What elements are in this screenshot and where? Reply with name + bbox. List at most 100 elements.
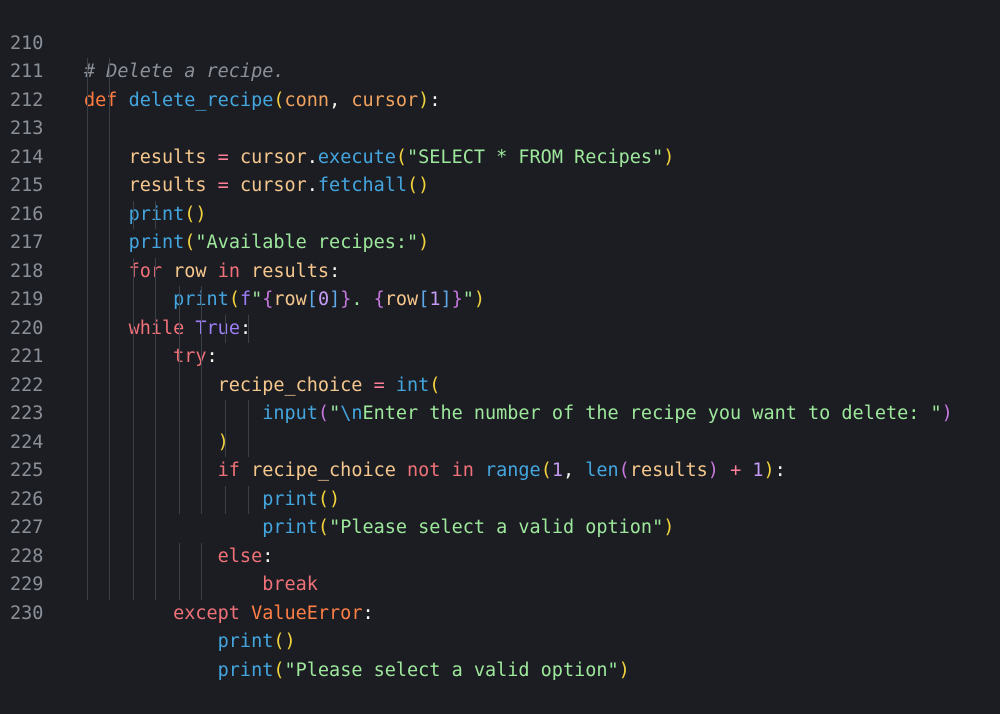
indent-guide xyxy=(133,314,134,343)
indent-guide xyxy=(109,229,110,258)
indent-guide xyxy=(87,428,88,457)
code-line[interactable]: 219 try: xyxy=(0,257,1000,367)
indent-guide xyxy=(201,428,202,457)
code-line[interactable]: 218 while True: xyxy=(0,229,1000,339)
indent-guide xyxy=(155,485,156,514)
indent-guide xyxy=(87,229,88,258)
indent-guide xyxy=(109,571,110,600)
code-text: print("Please select a valid option") xyxy=(217,659,630,681)
indent-guide xyxy=(133,371,134,400)
indent-guide xyxy=(87,314,88,343)
indent-guide xyxy=(201,371,202,400)
code-line[interactable]: 223 if recipe_choice not in range(1, len… xyxy=(0,371,1000,481)
indent-guide xyxy=(248,485,249,514)
indent-guide xyxy=(179,485,180,514)
indent-guide xyxy=(155,514,156,543)
indent-guide xyxy=(109,200,110,229)
indent-guide xyxy=(225,485,226,514)
indent-guide xyxy=(109,457,110,486)
indent-guide xyxy=(133,571,134,600)
indent-guide xyxy=(133,542,134,571)
indent-guide xyxy=(133,400,134,429)
indent-guide xyxy=(155,286,156,315)
line-number: 230 xyxy=(10,602,44,624)
indent-guide xyxy=(109,286,110,315)
indent-guide xyxy=(179,428,180,457)
code-line[interactable]: 228 except ValueError: xyxy=(0,514,1000,624)
indent-guide xyxy=(87,143,88,172)
indent-guide xyxy=(248,400,249,429)
indent-guide xyxy=(155,571,156,600)
indent-guide xyxy=(87,542,88,571)
indent-guide xyxy=(225,400,226,429)
indent-guide xyxy=(87,485,88,514)
indent-guide xyxy=(201,343,202,372)
indent-guide xyxy=(109,400,110,429)
indent-guide xyxy=(133,457,134,486)
indent-guide xyxy=(133,257,134,286)
indent-guide xyxy=(155,314,156,343)
indent-guide xyxy=(225,314,226,343)
indent-guide xyxy=(109,86,110,115)
code-line[interactable]: 229 print() xyxy=(0,542,1000,652)
indent-guide xyxy=(87,371,88,400)
code-line[interactable]: 230 print("Please select a valid option"… xyxy=(0,571,1000,681)
indent-guide xyxy=(201,314,202,343)
indent-guide xyxy=(179,457,180,486)
code-line[interactable]: 217 print(f"{row[0]}. {row[1]}") xyxy=(0,200,1000,310)
indent-guide xyxy=(248,314,249,343)
indent-guide xyxy=(201,457,202,486)
indent-guide xyxy=(87,514,88,543)
code-line[interactable]: 222 ) xyxy=(0,343,1000,453)
indent-guide xyxy=(87,400,88,429)
indent-guide xyxy=(109,428,110,457)
indent-guide xyxy=(133,485,134,514)
indent-guide xyxy=(133,343,134,372)
indent-guide xyxy=(87,200,88,229)
code-line[interactable]: 212 results = cursor.execute("SELECT * F… xyxy=(0,58,1000,168)
indent-guide xyxy=(179,314,180,343)
indent-guide xyxy=(133,286,134,315)
indent-guide xyxy=(225,428,226,457)
code-line[interactable]: 211 def delete_recipe(conn, cursor): xyxy=(0,30,1000,111)
indent-guide xyxy=(155,343,156,372)
indent-guide xyxy=(87,257,88,286)
indent-guide xyxy=(179,542,180,571)
indent-guide xyxy=(109,371,110,400)
indent-guide xyxy=(155,542,156,571)
indent-guide xyxy=(201,571,202,600)
code-line[interactable]: 220 recipe_choice = int( xyxy=(0,286,1000,396)
indent-guide xyxy=(179,286,180,315)
indent-guide xyxy=(109,143,110,172)
code-line[interactable]: 216 for row in results: xyxy=(0,172,1000,282)
code-line[interactable]: 224 print() xyxy=(0,400,1000,510)
indent-guide xyxy=(201,400,202,429)
code-line[interactable]: 225 print("Please select a valid option"… xyxy=(0,428,1000,538)
code-line[interactable]: 227 break xyxy=(0,485,1000,595)
indent-guide xyxy=(87,58,88,87)
code-editor[interactable]: 210 # Delete a recipe. 211 def delete_re… xyxy=(0,0,1000,681)
indent-guide xyxy=(109,172,110,201)
code-line[interactable]: 210 # Delete a recipe. xyxy=(0,1,1000,83)
code-text: print() xyxy=(217,631,296,652)
indent-guide xyxy=(109,343,110,372)
indent-guide xyxy=(201,286,202,315)
indent-guide xyxy=(179,400,180,429)
code-line[interactable]: 215 print("Available recipes:") xyxy=(0,143,1000,253)
indent-guide xyxy=(201,542,202,571)
indent-guide xyxy=(155,371,156,400)
code-line[interactable]: 221 input("\nEnter the number of the rec… xyxy=(0,314,1000,424)
indent-guide xyxy=(87,343,88,372)
indent-guide xyxy=(87,457,88,486)
indent-guide xyxy=(133,428,134,457)
indent-guide xyxy=(109,257,110,286)
indent-guide xyxy=(87,571,88,600)
indent-guide xyxy=(87,172,88,201)
indent-guide xyxy=(109,514,110,543)
indent-guide xyxy=(155,428,156,457)
indent-guide xyxy=(179,571,180,600)
indent-guide xyxy=(109,115,110,144)
code-line[interactable]: 213 results = cursor.fetchall() xyxy=(0,86,1000,196)
code-line[interactable]: 214 print() xyxy=(0,115,1000,225)
code-line[interactable]: 226 else: xyxy=(0,457,1000,567)
